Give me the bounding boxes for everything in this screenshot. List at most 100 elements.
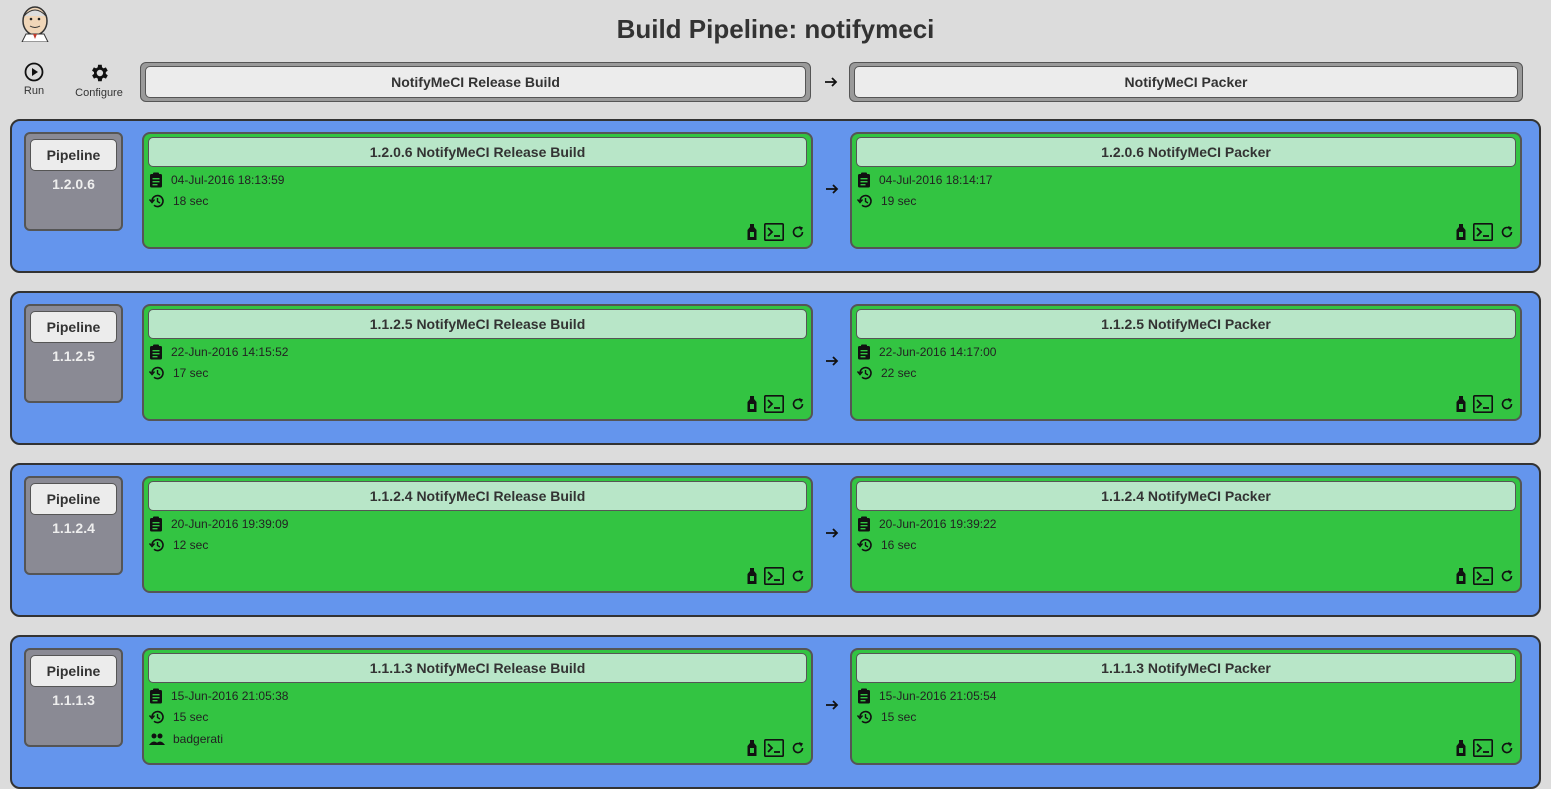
pipeline-row: Pipeline 1.1.1.3 1.1.1.3 NotifyMeCI Rele…	[10, 635, 1541, 789]
build-duration-text: 22 sec	[881, 366, 917, 380]
rebuild-icon[interactable]	[1500, 397, 1514, 411]
artifact-bottle-icon[interactable]	[1456, 396, 1466, 412]
play-circle-icon	[24, 62, 44, 82]
pipeline-row: Pipeline 1.1.2.5 1.1.2.5 NotifyMeCI Rele…	[10, 291, 1541, 445]
build-date-text: 22-Jun-2016 14:17:00	[879, 345, 997, 359]
artifact-bottle-icon[interactable]	[1456, 224, 1466, 240]
build-duration: 18 sec	[149, 194, 208, 208]
build-date-text: 04-Jul-2016 18:14:17	[879, 173, 993, 187]
configure-button[interactable]: Configure	[70, 62, 128, 99]
build-actions	[1456, 395, 1514, 413]
header-job-label: NotifyMeCI Release Build	[145, 66, 806, 98]
console-icon[interactable]	[1473, 395, 1493, 413]
build-actions	[1456, 739, 1514, 757]
pipeline-version-box: Pipeline 1.1.1.3	[24, 648, 123, 747]
page-title: Build Pipeline: notifymeci	[616, 14, 935, 44]
build-card-release: 1.1.1.3 NotifyMeCI Release Build 15-Jun-…	[142, 648, 813, 765]
build-title[interactable]: 1.1.2.4 NotifyMeCI Release Build	[148, 481, 807, 511]
build-card-packer: 1.1.2.4 NotifyMeCI Packer 20-Jun-2016 19…	[850, 476, 1522, 593]
rebuild-icon[interactable]	[1500, 569, 1514, 583]
artifact-bottle-icon[interactable]	[1456, 568, 1466, 584]
pipeline-version-box: Pipeline 1.1.2.5	[24, 304, 123, 403]
pipeline-button[interactable]: Pipeline	[30, 655, 117, 687]
build-actions	[747, 395, 805, 413]
build-date: 22-Jun-2016 14:15:52	[149, 344, 288, 360]
header-job-label: NotifyMeCI Packer	[854, 66, 1518, 98]
build-user: badgerati	[149, 732, 223, 746]
build-card-packer: 1.1.2.5 NotifyMeCI Packer 22-Jun-2016 14…	[850, 304, 1522, 421]
rebuild-icon[interactable]	[791, 397, 805, 411]
arrow-right-icon	[825, 77, 838, 87]
artifact-bottle-icon[interactable]	[747, 568, 757, 584]
build-date: 04-Jul-2016 18:13:59	[149, 172, 284, 188]
artifact-bottle-icon[interactable]	[747, 224, 757, 240]
clipboard-icon	[150, 172, 162, 188]
build-actions	[1456, 223, 1514, 241]
header-job-release-build[interactable]: NotifyMeCI Release Build	[140, 62, 811, 102]
pipeline-button[interactable]: Pipeline	[30, 311, 117, 343]
run-label: Run	[23, 85, 45, 97]
build-date-text: 15-Jun-2016 21:05:38	[171, 689, 289, 703]
build-title[interactable]: 1.1.2.5 NotifyMeCI Packer	[856, 309, 1516, 339]
history-icon	[149, 538, 164, 552]
rebuild-icon[interactable]	[1500, 225, 1514, 239]
build-date-text: 20-Jun-2016 19:39:09	[171, 517, 289, 531]
clipboard-icon	[150, 516, 162, 532]
pipeline-version: 1.2.0.6	[52, 176, 95, 192]
history-icon	[149, 194, 164, 208]
console-icon[interactable]	[1473, 223, 1493, 241]
console-icon[interactable]	[764, 395, 784, 413]
console-icon[interactable]	[1473, 567, 1493, 585]
build-duration: 19 sec	[857, 194, 916, 208]
build-card-release: 1.1.2.5 NotifyMeCI Release Build 22-Jun-…	[142, 304, 813, 421]
rebuild-icon[interactable]	[791, 569, 805, 583]
history-icon	[857, 710, 872, 724]
build-title[interactable]: 1.2.0.6 NotifyMeCI Packer	[856, 137, 1516, 167]
pipeline-version: 1.1.2.5	[52, 348, 95, 364]
build-duration-text: 18 sec	[173, 194, 209, 208]
build-title[interactable]: 1.2.0.6 NotifyMeCI Release Build	[148, 137, 807, 167]
build-title[interactable]: 1.1.2.4 NotifyMeCI Packer	[856, 481, 1516, 511]
build-date: 04-Jul-2016 18:14:17	[857, 172, 992, 188]
build-title[interactable]: 1.1.1.3 NotifyMeCI Release Build	[148, 653, 807, 683]
artifact-bottle-icon[interactable]	[1456, 740, 1466, 756]
rebuild-icon[interactable]	[791, 225, 805, 239]
build-duration: 15 sec	[857, 710, 916, 724]
build-title[interactable]: 1.1.2.5 NotifyMeCI Release Build	[148, 309, 807, 339]
history-icon	[149, 710, 164, 724]
clipboard-icon	[858, 516, 870, 532]
configure-label: Configure	[75, 87, 123, 99]
build-date: 20-Jun-2016 19:39:22	[857, 516, 996, 532]
pipeline-version: 1.1.2.4	[52, 520, 95, 536]
build-duration: 12 sec	[149, 538, 208, 552]
artifact-bottle-icon[interactable]	[747, 396, 757, 412]
history-icon	[857, 366, 872, 380]
build-actions	[747, 739, 805, 757]
rebuild-icon[interactable]	[791, 741, 805, 755]
build-title[interactable]: 1.1.1.3 NotifyMeCI Packer	[856, 653, 1516, 683]
header-job-packer[interactable]: NotifyMeCI Packer	[849, 62, 1523, 102]
build-duration-text: 19 sec	[881, 194, 917, 208]
console-icon[interactable]	[764, 739, 784, 757]
run-button[interactable]: Run	[18, 62, 50, 97]
build-card-packer: 1.2.0.6 NotifyMeCI Packer 04-Jul-2016 18…	[850, 132, 1522, 249]
pipeline-button[interactable]: Pipeline	[30, 139, 117, 171]
build-card-release: 1.2.0.6 NotifyMeCI Release Build 04-Jul-…	[142, 132, 813, 249]
build-duration-text: 12 sec	[173, 538, 209, 552]
gear-icon	[92, 64, 108, 82]
console-icon[interactable]	[1473, 739, 1493, 757]
build-date-text: 04-Jul-2016 18:13:59	[171, 173, 285, 187]
console-icon[interactable]	[764, 567, 784, 585]
clipboard-icon	[858, 688, 870, 704]
pipeline-button[interactable]: Pipeline	[30, 483, 117, 515]
console-icon[interactable]	[764, 223, 784, 241]
build-duration-text: 16 sec	[881, 538, 917, 552]
rebuild-icon[interactable]	[1500, 741, 1514, 755]
pipeline-version-box: Pipeline 1.1.2.4	[24, 476, 123, 575]
build-duration: 15 sec	[149, 710, 208, 724]
build-card-release: 1.1.2.4 NotifyMeCI Release Build 20-Jun-…	[142, 476, 813, 593]
pipeline-row: Pipeline 1.2.0.6 1.2.0.6 NotifyMeCI Rele…	[10, 119, 1541, 273]
build-duration-text: 15 sec	[881, 710, 917, 724]
clipboard-icon	[150, 688, 162, 704]
artifact-bottle-icon[interactable]	[747, 740, 757, 756]
